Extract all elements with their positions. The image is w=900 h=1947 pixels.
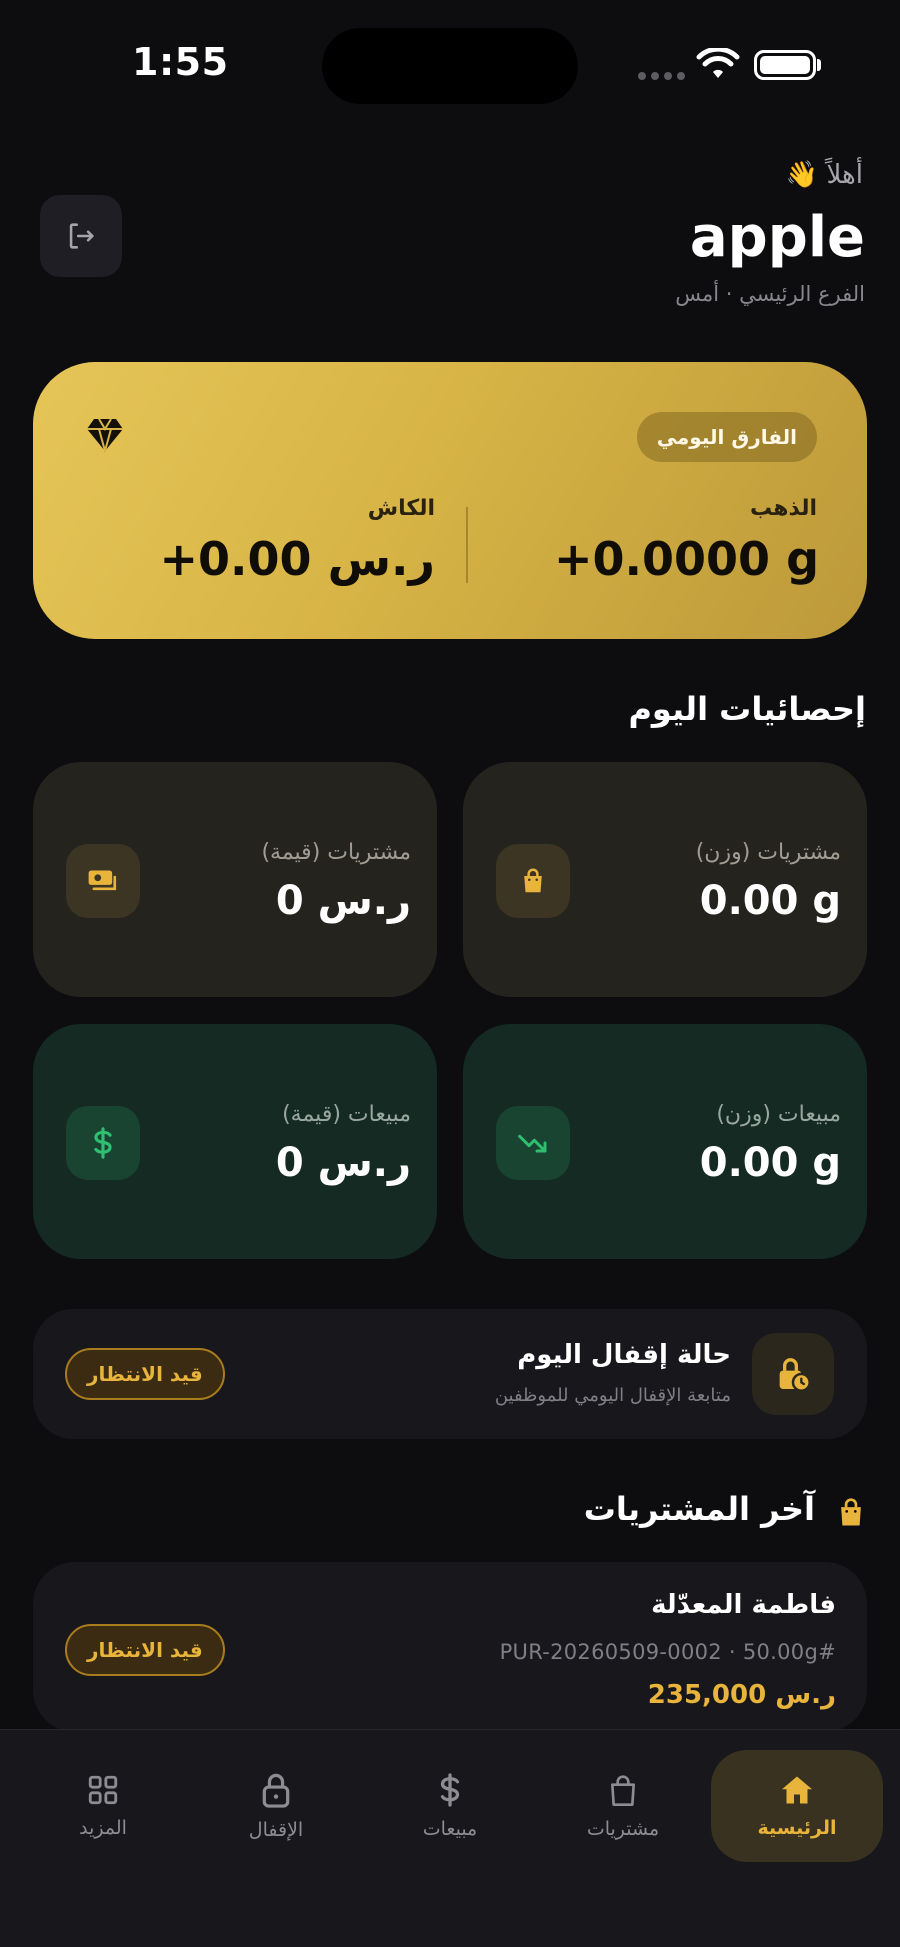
daily-difference-badge: الفارق اليومي [636,412,817,462]
nav-label: الرئيسية [757,1817,837,1839]
stat-value: 0.00 g [699,1140,841,1186]
bottom-nav: الرئيسية مشتريات مبيعات الإقفال المزيد [0,1729,900,1947]
nav-label: المزيد [79,1817,127,1839]
trend-down-icon [518,1134,547,1153]
stat-value: 0 ر.س [275,1140,411,1186]
stat-label: مبيعات (وزن) [716,1102,841,1127]
closing-subtitle: متابعة الإقفال اليومي للموظفين [494,1385,731,1406]
closing-title: حالة إقفال اليوم [517,1340,731,1370]
stat-label: مشتريات (وزن) [695,840,841,865]
purchase-customer-name: فاطمة المعدّلة [651,1590,836,1620]
home-icon [782,1776,812,1804]
purchase-amount: 235,000 ر.س [647,1680,836,1710]
stat-label: مبيعات (قيمة) [282,1102,411,1127]
stat-card-purchase-weight[interactable]: مشتريات (وزن) 0.00 g [463,762,867,997]
logout-icon [69,223,94,249]
nav-label: مبيعات [422,1818,478,1840]
purchase-reference: PUR-20260509-0002 · 50.00g# [499,1640,836,1664]
gold-label: الذهب [749,496,817,521]
shopping-bag-icon [524,868,542,893]
diamond-icon [87,418,123,453]
stat-card-sales-value[interactable]: مبيعات (قيمة) 0 ر.س [33,1024,437,1259]
cash-value: +0.00 ر.س [159,532,436,586]
branch-subtitle: الفرع الرئيسي · أمس [675,282,865,306]
stat-card-sales-weight[interactable]: مبيعات (وزن) 0.00 g [463,1024,867,1259]
stat-card-purchase-value[interactable]: مشتريات (قيمة) 0 ر.س [33,762,437,997]
card-divider [466,507,468,583]
stat-value: 0.00 g [699,878,841,924]
cash-label: الكاش [367,496,435,521]
shopping-bag-icon [841,1498,861,1526]
status-badge: قيد الانتظار [65,1348,225,1400]
last-purchases-title: آخر المشتريات [583,1490,815,1528]
nav-item-home[interactable]: الرئيسية [711,1750,883,1862]
greeting: أهلاً 👋 [785,160,863,190]
logout-button[interactable] [40,195,122,277]
closing-status-card[interactable]: حالة إقفال اليوم متابعة الإقفال اليومي ل… [33,1309,867,1439]
lock-icon [262,1773,290,1808]
stat-label: مشتريات (قيمة) [261,840,411,865]
status-badge: قيد الانتظار [65,1624,225,1676]
status-time: 1:55 [132,40,229,84]
nav-item-sales[interactable]: مبيعات [364,1750,536,1862]
grid-icon [88,1775,118,1805]
nav-item-closing[interactable]: الإقفال [190,1750,362,1862]
dollar-icon [94,1127,112,1159]
nav-label: الإقفال [248,1819,304,1841]
dollar-icon [440,1773,460,1807]
nav-item-purchases[interactable]: مشتريات [537,1750,709,1862]
battery-icon [754,50,816,80]
stat-value: 0 ر.س [275,878,411,924]
gold-value: +0.0000 g [554,532,819,586]
dynamic-island [322,28,578,104]
nav-label: مشتريات [586,1818,660,1840]
wifi-icon [696,48,740,78]
cash-icon [88,870,117,891]
page-title: apple [689,205,865,270]
daily-difference-card: الفارق اليومي الذهب +0.0000 g الكاش +0.0… [33,362,867,639]
signal-icon [638,72,685,80]
stats-section-title: إحصائيات اليوم [628,690,866,728]
shopping-bag-icon [611,1775,635,1806]
lock-clock-icon [779,1358,811,1392]
purchase-list-item[interactable]: فاطمة المعدّلة PUR-20260509-0002 · 50.00… [33,1562,867,1732]
nav-item-more[interactable]: المزيد [17,1750,189,1862]
